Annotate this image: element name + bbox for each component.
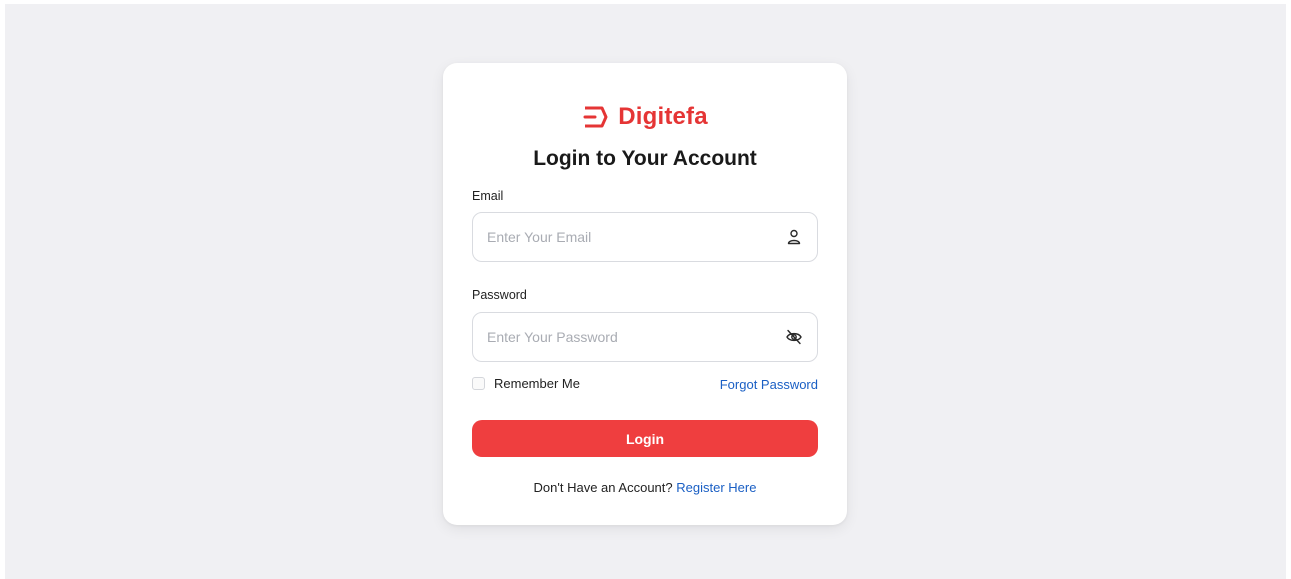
page-title: Login to Your Account <box>533 147 757 170</box>
brand-logo-icon <box>582 105 608 129</box>
register-prompt: Don't Have an Account? <box>533 480 677 495</box>
password-input[interactable] <box>487 313 767 361</box>
email-input[interactable] <box>487 213 767 261</box>
login-button[interactable]: Login <box>472 420 818 457</box>
remember-me[interactable]: Remember Me <box>472 376 580 391</box>
register-link[interactable]: Register Here <box>676 480 756 495</box>
remember-me-checkbox[interactable] <box>472 377 485 390</box>
register-row: Don't Have an Account? Register Here <box>443 480 847 495</box>
remember-me-label: Remember Me <box>494 376 580 391</box>
login-card: Digitefa Login to Your Account Email Pas… <box>443 63 847 525</box>
user-icon <box>783 226 805 248</box>
brand-name: Digitefa <box>618 103 708 130</box>
eye-off-icon[interactable] <box>783 326 805 348</box>
password-field-container <box>472 312 818 362</box>
brand: Digitefa <box>443 103 847 131</box>
email-label: Email <box>472 189 504 203</box>
password-label: Password <box>472 288 527 302</box>
email-field-container <box>472 212 818 262</box>
forgot-password-link[interactable]: Forgot Password <box>720 377 818 392</box>
